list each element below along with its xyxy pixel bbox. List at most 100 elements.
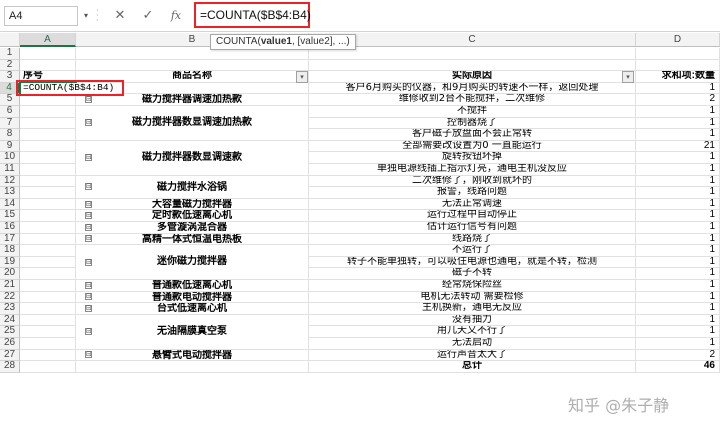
column-header-a[interactable]: A bbox=[20, 33, 76, 47]
cell-a[interactable] bbox=[20, 222, 76, 234]
name-box[interactable]: A4 bbox=[4, 6, 78, 26]
reason-cell[interactable]: 无法正常调速 bbox=[309, 198, 636, 211]
collapse-icon[interactable]: ⊟ bbox=[85, 305, 92, 312]
cell-a[interactable] bbox=[20, 106, 76, 118]
product-cell[interactable]: 普通款电动搅拌器 bbox=[76, 291, 309, 304]
quantity-cell[interactable]: 1 bbox=[636, 314, 720, 327]
column-header-d[interactable]: D bbox=[636, 33, 720, 47]
quantity-cell[interactable]: 2 bbox=[636, 349, 720, 362]
quantity-cell[interactable]: 1 bbox=[636, 129, 720, 141]
reason-cell[interactable]: 运行过程中自动停止 bbox=[309, 210, 636, 222]
product-cell[interactable]: 高精一体式恒温电热板 bbox=[76, 233, 309, 246]
collapse-icon[interactable]: ⊟ bbox=[85, 235, 92, 243]
cell-a[interactable] bbox=[20, 280, 76, 292]
filter-dropdown-icon[interactable]: ▾ bbox=[622, 70, 634, 83]
collapse-icon[interactable]: ⊟ bbox=[85, 351, 92, 359]
filter-dropdown-icon[interactable]: ▾ bbox=[296, 70, 308, 83]
collapse-icon[interactable]: ⊟ bbox=[85, 281, 92, 289]
reason-cell[interactable]: 不搅拌 bbox=[309, 106, 636, 118]
cell-a[interactable] bbox=[20, 256, 76, 269]
quantity-cell[interactable]: 1 bbox=[636, 152, 720, 164]
cell-a[interactable] bbox=[20, 140, 76, 153]
quantity-cell[interactable]: 1 bbox=[636, 256, 720, 269]
cell-a[interactable] bbox=[20, 48, 76, 60]
reason-cell[interactable]: 全部需要改设置为0 一直能运行 bbox=[309, 140, 636, 153]
reason-cell[interactable]: 没有抽力 bbox=[309, 314, 636, 327]
row-header[interactable]: 1 bbox=[0, 47, 20, 60]
quantity-cell[interactable]: 1 bbox=[636, 326, 720, 338]
header-sum-qty[interactable]: 求和项:数量 bbox=[636, 71, 720, 83]
header-reason[interactable]: 实际原因 bbox=[309, 71, 636, 83]
collapse-icon[interactable]: ⊟ bbox=[85, 96, 92, 104]
quantity-cell[interactable]: 1 bbox=[636, 117, 720, 130]
row-header[interactable]: 28 bbox=[0, 361, 20, 373]
collapse-icon[interactable]: ⊟ bbox=[85, 223, 92, 231]
collapse-icon[interactable]: ⊟ bbox=[85, 293, 92, 301]
reason-cell[interactable]: 经常烧保险丝 bbox=[309, 280, 636, 292]
collapse-icon[interactable]: ⊟ bbox=[85, 200, 92, 208]
cell-a[interactable] bbox=[20, 349, 76, 362]
insert-function-icon[interactable]: fx bbox=[166, 6, 186, 26]
collapse-icon[interactable]: ⊟ bbox=[85, 328, 92, 336]
active-cell-formula[interactable]: =COUNTA($B$4:B4) bbox=[21, 82, 117, 95]
product-cell[interactable]: 迷你磁力搅拌器 bbox=[76, 245, 309, 280]
reason-cell[interactable]: 单独电源线插上指示灯亮，通电主机没反应 bbox=[309, 164, 636, 176]
quantity-cell[interactable]: 1 bbox=[636, 268, 720, 280]
product-cell[interactable]: 悬臂式电动搅拌器 bbox=[76, 349, 309, 362]
row-header[interactable]: 6 bbox=[0, 105, 20, 118]
reason-cell[interactable]: 线路烧了 bbox=[309, 233, 636, 246]
cell-a[interactable] bbox=[20, 129, 76, 141]
reason-cell[interactable]: 转子不能单独转，可以吸住电源也通电，就是不转，检测 bbox=[309, 256, 636, 269]
product-cell[interactable]: 台式低速离心机 bbox=[76, 303, 309, 315]
quantity-cell[interactable]: 1 bbox=[636, 245, 720, 257]
cell-a[interactable] bbox=[20, 245, 76, 257]
cell-d[interactable] bbox=[636, 59, 720, 72]
collapse-icon[interactable]: ⊟ bbox=[85, 119, 92, 127]
cell-a[interactable] bbox=[20, 175, 76, 188]
product-cell[interactable]: 多管漩涡混合器 bbox=[76, 222, 309, 234]
column-header-c[interactable]: C bbox=[309, 33, 636, 47]
cell-c[interactable] bbox=[309, 48, 636, 60]
quantity-cell[interactable]: 1 bbox=[636, 280, 720, 292]
quantity-cell[interactable]: 1 bbox=[636, 338, 720, 350]
product-cell[interactable]: 磁力搅拌器调速加热款 bbox=[76, 94, 309, 106]
quantity-cell[interactable]: 1 bbox=[636, 303, 720, 315]
quantity-cell[interactable]: 1 bbox=[636, 210, 720, 222]
product-cell[interactable]: 定时款低速离心机 bbox=[76, 210, 309, 222]
quantity-cell[interactable]: 1 bbox=[636, 291, 720, 304]
quantity-cell[interactable]: 1 bbox=[636, 198, 720, 211]
collapse-icon[interactable]: ⊟ bbox=[85, 154, 92, 162]
cell-a[interactable] bbox=[20, 233, 76, 246]
product-cell[interactable]: 无油隔膜真空泵 bbox=[76, 314, 309, 350]
quantity-cell[interactable]: 1 bbox=[636, 164, 720, 176]
quantity-cell[interactable]: 1 bbox=[636, 106, 720, 118]
collapse-icon[interactable]: ⊟ bbox=[85, 183, 92, 191]
row-header[interactable]: 11 bbox=[0, 163, 20, 176]
resize-handle-icon[interactable]: · · · bbox=[96, 7, 100, 25]
cell-a[interactable] bbox=[20, 152, 76, 164]
reason-cell[interactable]: 用几天又不行了 bbox=[309, 326, 636, 338]
formula-input[interactable]: =COUNTA($B$4:B4) bbox=[194, 2, 311, 28]
product-cell[interactable]: 磁力搅拌水浴锅 bbox=[76, 175, 309, 199]
quantity-cell[interactable]: 1 bbox=[636, 82, 720, 95]
reason-cell[interactable]: 主机换新，通电无反应 bbox=[309, 303, 636, 315]
cell-a[interactable] bbox=[20, 94, 76, 106]
reason-cell[interactable]: 不运行了 bbox=[309, 245, 636, 257]
reason-cell[interactable]: 客户6月购买的仪器，和9月购买的转速不一样，返回处理 bbox=[309, 82, 636, 95]
name-box-dropdown-icon[interactable]: ▾ bbox=[80, 7, 92, 25]
cell-a[interactable] bbox=[20, 59, 76, 72]
cell-a[interactable] bbox=[20, 303, 76, 315]
quantity-cell[interactable]: 1 bbox=[636, 187, 720, 199]
row-header[interactable]: 21 bbox=[0, 279, 20, 292]
cell-a[interactable] bbox=[20, 117, 76, 130]
cell-a[interactable] bbox=[20, 187, 76, 199]
grand-total-label[interactable]: 总计 bbox=[309, 361, 636, 373]
product-cell[interactable]: 大容量磁力搅拌器 bbox=[76, 198, 309, 211]
product-cell[interactable]: 磁力搅拌器数显调速款 bbox=[76, 140, 309, 176]
cell-a[interactable] bbox=[20, 338, 76, 350]
cell-b[interactable] bbox=[76, 361, 309, 373]
reason-cell[interactable]: 客户磁子放盘面不会正常转 bbox=[309, 129, 636, 141]
cell-a[interactable] bbox=[20, 268, 76, 280]
reason-cell[interactable]: 磁子不转 bbox=[309, 268, 636, 280]
collapse-icon[interactable]: ⊟ bbox=[85, 212, 92, 220]
